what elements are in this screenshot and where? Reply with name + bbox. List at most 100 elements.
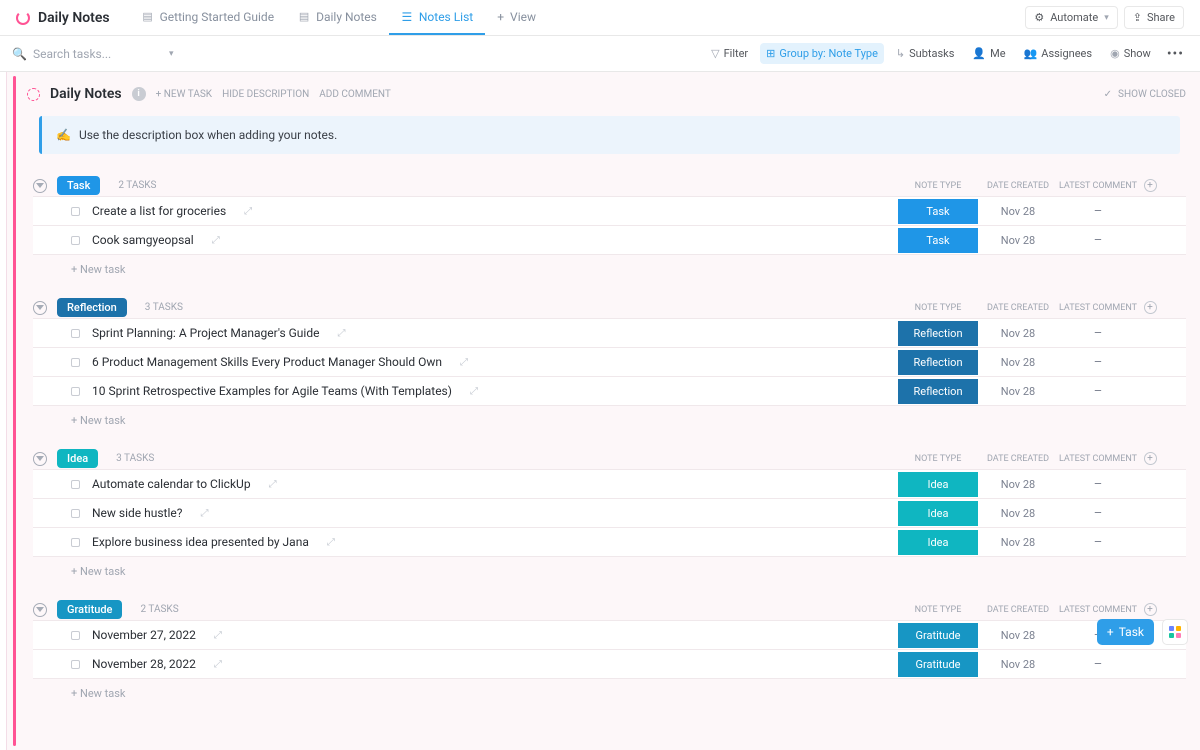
add-task-row[interactable]: + New task [33, 679, 1186, 700]
expand-icon[interactable]: ⤢ [214, 630, 222, 641]
search-expand[interactable]: ▾ [169, 49, 174, 59]
tab-notes-list[interactable]: ☰ Notes List [389, 0, 485, 35]
me-label: Me [990, 47, 1005, 60]
status-checkbox[interactable] [71, 480, 80, 489]
note-type-tag[interactable]: Idea [898, 501, 978, 526]
tab-getting-started[interactable]: ▤ Getting Started Guide [130, 0, 286, 35]
status-circle-icon[interactable] [27, 88, 40, 101]
add-comment-action[interactable]: ADD COMMENT [319, 89, 391, 100]
col-date-created: DATE CREATED [978, 181, 1058, 191]
task-count: 2 TASKS [140, 604, 178, 615]
show-closed-toggle[interactable]: ✓ SHOW CLOSED [1104, 89, 1186, 100]
show-closed-label: SHOW CLOSED [1118, 89, 1186, 100]
automate-button[interactable]: ⚙ Automate ▾ [1025, 6, 1117, 29]
add-column-button[interactable]: + [1138, 301, 1162, 314]
expand-icon[interactable]: ⤢ [460, 357, 468, 368]
floating-actions: + Task [1097, 619, 1188, 645]
status-checkbox[interactable] [71, 207, 80, 216]
note-type-tag[interactable]: Reflection [898, 379, 978, 404]
task-row[interactable]: New side hustle?⤢IdeaNov 28– [33, 498, 1186, 528]
note-type-tag[interactable]: Idea [898, 472, 978, 497]
expand-icon[interactable]: ⤢ [212, 235, 220, 246]
info-icon[interactable]: i [132, 87, 146, 101]
group-pill[interactable]: Task [57, 176, 100, 195]
task-row[interactable]: Sprint Planning: A Project Manager's Gui… [33, 318, 1186, 348]
status-checkbox[interactable] [71, 358, 80, 367]
plus-icon: + [497, 10, 504, 24]
expand-icon[interactable]: ⤢ [269, 479, 277, 490]
note-type-tag[interactable]: Reflection [898, 350, 978, 375]
new-task-action[interactable]: + NEW TASK [156, 89, 212, 100]
tab-daily-notes[interactable]: ▤ Daily Notes [286, 0, 389, 35]
expand-icon[interactable]: ⤢ [214, 659, 222, 670]
note-type-tag[interactable]: Task [898, 199, 978, 224]
add-column-button[interactable]: + [1138, 179, 1162, 192]
task-row[interactable]: November 28, 2022⤢GratitudeNov 28– [33, 649, 1186, 679]
assignees-button[interactable]: 👥 Assignees [1018, 43, 1099, 64]
latest-comment: – [1058, 477, 1138, 492]
collapse-toggle[interactable] [33, 301, 47, 315]
hide-description-action[interactable]: HIDE DESCRIPTION [222, 89, 309, 100]
status-checkbox[interactable] [71, 329, 80, 338]
task-row[interactable]: Explore business idea presented by Jana⤢… [33, 527, 1186, 557]
apps-fab[interactable] [1162, 619, 1188, 645]
show-button[interactable]: ◉ Show [1104, 43, 1157, 64]
add-task-row[interactable]: + New task [33, 406, 1186, 427]
col-note-type: NOTE TYPE [898, 454, 978, 464]
collapse-toggle[interactable] [33, 452, 47, 466]
ring-icon [16, 11, 30, 25]
expand-icon[interactable]: ⤢ [200, 508, 208, 519]
expand-icon[interactable]: ⤢ [337, 328, 345, 339]
status-checkbox[interactable] [71, 538, 80, 547]
note-type-tag[interactable]: Task [898, 228, 978, 253]
collapse-toggle[interactable] [33, 603, 47, 617]
group-pill[interactable]: Gratitude [57, 600, 122, 619]
search-container: 🔍 ▾ [12, 47, 173, 61]
task-name: Automate calendar to ClickUp [92, 477, 251, 491]
note-type-tag[interactable]: Idea [898, 530, 978, 555]
new-task-fab[interactable]: + Task [1097, 619, 1154, 645]
status-checkbox[interactable] [71, 509, 80, 518]
subtasks-button[interactable]: ↳ Subtasks [890, 43, 961, 64]
task-row[interactable]: Cook samgyeopsal⤢TaskNov 28– [33, 225, 1186, 255]
status-checkbox[interactable] [71, 660, 80, 669]
task-row[interactable]: November 27, 2022⤢GratitudeNov 28– [33, 620, 1186, 650]
description-text: Use the description box when adding your… [79, 128, 337, 142]
add-task-row[interactable]: + New task [33, 255, 1186, 276]
task-name: 6 Product Management Skills Every Produc… [92, 355, 442, 369]
search-icon: 🔍 [12, 47, 27, 61]
page-title: Daily Notes [50, 86, 122, 102]
task-row[interactable]: 6 Product Management Skills Every Produc… [33, 347, 1186, 377]
task-row[interactable]: Automate calendar to ClickUp⤢IdeaNov 28– [33, 469, 1186, 499]
add-column-button[interactable]: + [1138, 603, 1162, 616]
note-type-tag[interactable]: Gratitude [898, 652, 978, 677]
expand-icon[interactable]: ⤢ [327, 537, 335, 548]
add-task-row[interactable]: + New task [33, 557, 1186, 578]
me-button[interactable]: 👤 Me [966, 43, 1011, 64]
status-checkbox[interactable] [71, 236, 80, 245]
collapse-toggle[interactable] [33, 179, 47, 193]
tab-label: Notes List [419, 10, 473, 24]
col-note-type: NOTE TYPE [898, 605, 978, 615]
task-row[interactable]: 10 Sprint Retrospective Examples for Agi… [33, 376, 1186, 406]
group-by-button[interactable]: ⊞ Group by: Note Type [760, 43, 884, 64]
more-menu[interactable]: ••• [1163, 46, 1188, 62]
show-label: Show [1124, 47, 1151, 60]
add-column-button[interactable]: + [1138, 452, 1162, 465]
share-button[interactable]: ⇪ Share [1124, 6, 1184, 29]
task-row[interactable]: Create a list for groceries⤢TaskNov 28– [33, 196, 1186, 226]
group-pill[interactable]: Idea [57, 449, 98, 468]
status-checkbox[interactable] [71, 631, 80, 640]
filter-button[interactable]: ▽ Filter [705, 43, 754, 64]
expand-icon[interactable]: ⤢ [470, 386, 478, 397]
latest-comment: – [1058, 657, 1138, 672]
search-input[interactable] [33, 47, 133, 61]
group-pill[interactable]: Reflection [57, 298, 127, 317]
note-type-tag[interactable]: Gratitude [898, 623, 978, 648]
status-checkbox[interactable] [71, 387, 80, 396]
add-view-button[interactable]: + View [485, 0, 548, 35]
expand-icon[interactable]: ⤢ [244, 206, 252, 217]
note-type-tag[interactable]: Reflection [898, 321, 978, 346]
automate-label: Automate [1050, 11, 1098, 24]
task-name: November 27, 2022 [92, 628, 196, 642]
